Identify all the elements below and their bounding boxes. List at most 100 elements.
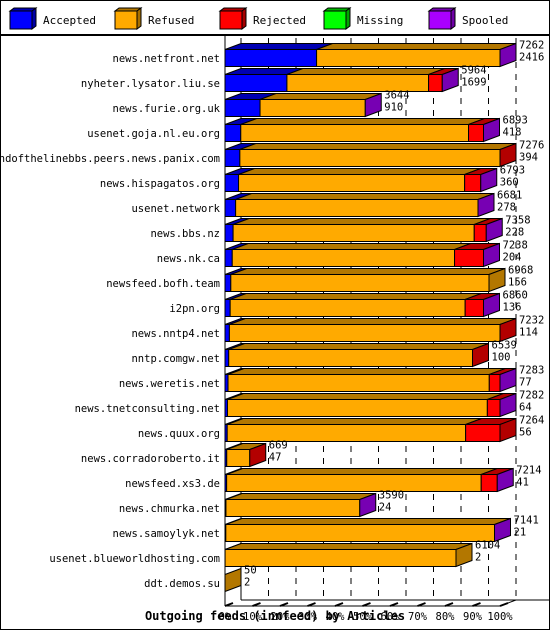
- bar-segment-refused: [229, 299, 466, 317]
- bar-segment-accepted: [224, 74, 288, 92]
- legend-swatch-side: [345, 7, 351, 30]
- legend-item-accepted: Accepted: [8, 7, 96, 30]
- bar-segment-rejected: [488, 374, 501, 392]
- legend: Accepted Refused Rejected Missing Spooled: [8, 7, 508, 30]
- x-tick-label: 70%: [408, 611, 428, 623]
- bar-segment-accepted: [224, 149, 241, 167]
- bar-segment-refused: [226, 424, 467, 442]
- accepted-label: 77: [519, 377, 532, 389]
- legend-swatch: [114, 10, 138, 30]
- bar-segment-accepted: [224, 324, 230, 342]
- bar-segment-refused: [259, 99, 366, 117]
- accepted-label: 2: [475, 552, 481, 564]
- category-label: nntp.comgw.net: [131, 353, 220, 365]
- x-tick-label: 100%: [487, 611, 513, 623]
- accepted-label: 24: [379, 502, 392, 514]
- total-label: 6968: [508, 265, 533, 277]
- x-tick-label: 90%: [463, 611, 483, 623]
- bar-end-cap: [224, 567, 242, 593]
- bar-row: [224, 567, 242, 593]
- bar-segment-refused: [224, 549, 457, 567]
- total-label: 7264: [519, 415, 544, 427]
- x-tick-label: 80%: [436, 611, 456, 623]
- bar-segment-refused: [228, 349, 473, 367]
- bar-segment-accepted: [224, 174, 240, 192]
- total-label: 7283: [519, 365, 544, 377]
- category-label: newsfeed.xs3.de: [125, 478, 220, 490]
- legend-label: Accepted: [43, 14, 96, 27]
- category-label: news.bbs.nz: [150, 228, 220, 240]
- bar-row: [224, 92, 382, 118]
- category-label: usenet.goja.nl.eu.org: [87, 128, 220, 140]
- bar-row: [224, 342, 489, 368]
- category-label: news.chmurka.net: [119, 503, 220, 515]
- bar-segment-top: [227, 393, 504, 400]
- bar-row: [224, 267, 506, 293]
- category-label: news.tnetconsulting.net: [75, 403, 220, 415]
- accepted-label: 100: [492, 352, 511, 364]
- bar-segment-rejected: [465, 424, 501, 442]
- bar-row: [224, 392, 517, 418]
- accepted-label: 204: [503, 252, 522, 264]
- total-label: 3590: [379, 490, 404, 502]
- total-label: 7276: [519, 140, 544, 152]
- bar-segment-refused: [226, 399, 488, 417]
- bar-segment-rejected: [454, 249, 485, 267]
- legend-label: Missing: [357, 14, 403, 27]
- bar-row: [224, 542, 473, 568]
- bar-segment-top: [259, 93, 382, 100]
- bar-segment-top: [232, 218, 491, 225]
- total-label: 7214: [516, 465, 541, 477]
- bar-segment-top: [224, 543, 473, 550]
- accepted-label: 64: [519, 402, 532, 414]
- bar-segment-accepted: [224, 124, 242, 142]
- bar-segment-accepted: [224, 274, 232, 292]
- bar-segment-top: [232, 243, 471, 250]
- bar-segment-top: [238, 168, 481, 175]
- bar-segment-refused: [235, 199, 479, 217]
- bar-row: [224, 142, 517, 168]
- legend-swatch-side: [450, 7, 456, 30]
- bar-row: [224, 292, 500, 318]
- total-label: 6539: [492, 340, 517, 352]
- legend-label: Rejected: [253, 14, 306, 27]
- x-tick: [499, 602, 509, 607]
- legend-swatch-side: [241, 7, 247, 30]
- accepted-label: 41: [516, 477, 529, 489]
- legend-swatch: [323, 10, 347, 30]
- bar-segment-refused: [239, 149, 501, 167]
- bar-segment-top: [239, 143, 517, 150]
- bar-segment-accepted: [224, 49, 318, 67]
- category-label: news.furie.org.uk: [113, 103, 221, 115]
- bar-segment-accepted: [224, 224, 234, 242]
- bar-segment-top: [225, 518, 511, 525]
- bar-row: [224, 217, 503, 243]
- accepted-label: 114: [519, 327, 538, 339]
- accepted-label: 278: [497, 202, 516, 214]
- total-label: 7262: [519, 40, 544, 52]
- total-label: 7232: [519, 315, 544, 327]
- category-label: news.netfront.net: [113, 53, 220, 65]
- bar-segment-refused: [240, 124, 470, 142]
- bar-segment-top: [229, 293, 482, 300]
- bar-segment-accepted: [224, 299, 231, 317]
- legend-item-rejected: Rejected: [218, 7, 306, 30]
- total-label: 7238: [503, 240, 528, 252]
- bar-segment-refused: [225, 524, 495, 542]
- category-label: ddt.demos.su: [144, 578, 220, 590]
- stacked-bar-chart: Accepted Refused Rejected Missing Spooled ne…: [0, 7, 550, 623]
- total-label: 6860: [503, 290, 528, 302]
- bar-segment-refused: [231, 249, 456, 267]
- bar-segment-top: [235, 193, 495, 200]
- accepted-label: 21: [514, 527, 527, 539]
- chart-title: Outgoing feeds (innfeed) by Articles: [145, 609, 405, 623]
- category-label: usenet.blueworldhosting.com: [49, 553, 220, 565]
- total-label: 7141: [514, 515, 539, 527]
- category-label: news.quux.org: [138, 428, 220, 440]
- category-label: i2pn.org: [169, 303, 220, 315]
- legend-swatch-side: [136, 7, 142, 30]
- bar-segment-refused: [226, 474, 482, 492]
- category-label: endofthelinebbs.peers.news.panix.com: [0, 153, 220, 165]
- legend-item-refused: Refused: [113, 7, 194, 30]
- bar-segment-top: [286, 68, 445, 75]
